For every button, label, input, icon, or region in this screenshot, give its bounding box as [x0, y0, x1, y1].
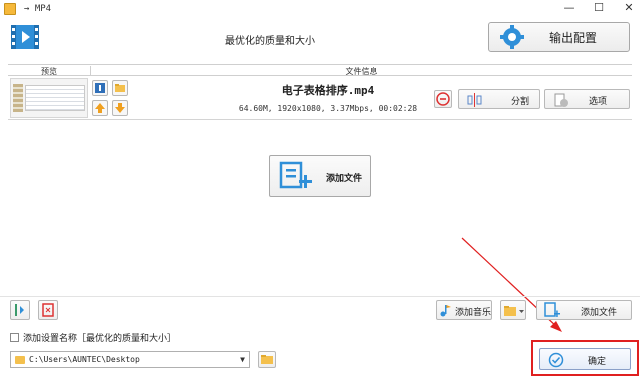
output-path-value: C:\Users\AUNTEC\Desktop [29, 355, 140, 364]
delete-icon [42, 303, 54, 317]
ok-button[interactable]: 确定 [539, 348, 631, 370]
divider [0, 296, 640, 297]
ok-highlight-box: 确定 [531, 340, 639, 376]
merge-button[interactable] [10, 300, 30, 320]
add-music-label: 添加音乐 [455, 308, 492, 318]
folder-icon [15, 355, 25, 364]
output-path-select[interactable]: C:\Users\AUNTEC\Desktop ▼ [10, 351, 250, 368]
add-preset-name-option[interactable]: 添加设置名称［最优化的质量和大小］ [10, 331, 176, 344]
add-file-label: 添加文件 [581, 308, 618, 318]
chevron-down-icon[interactable]: ▼ [240, 355, 245, 364]
check-circle-icon [548, 352, 564, 368]
add-music-button[interactable]: 添加音乐 [436, 300, 492, 320]
add-file-button[interactable]: 添加文件 [536, 300, 632, 320]
music-icon [440, 305, 451, 317]
clear-list-button[interactable] [38, 300, 58, 320]
merge-icon [15, 304, 24, 316]
folder-add-icon [504, 306, 524, 316]
ok-label: 确定 [588, 357, 607, 367]
add-file-icon [544, 302, 560, 317]
add-preset-name-checkbox[interactable] [10, 333, 19, 342]
add-preset-name-label: 添加设置名称［最优化的质量和大小］ [23, 334, 177, 344]
folder-icon [261, 355, 273, 364]
add-folder-dropdown[interactable] [500, 300, 526, 320]
browse-folder-button[interactable] [258, 351, 276, 368]
